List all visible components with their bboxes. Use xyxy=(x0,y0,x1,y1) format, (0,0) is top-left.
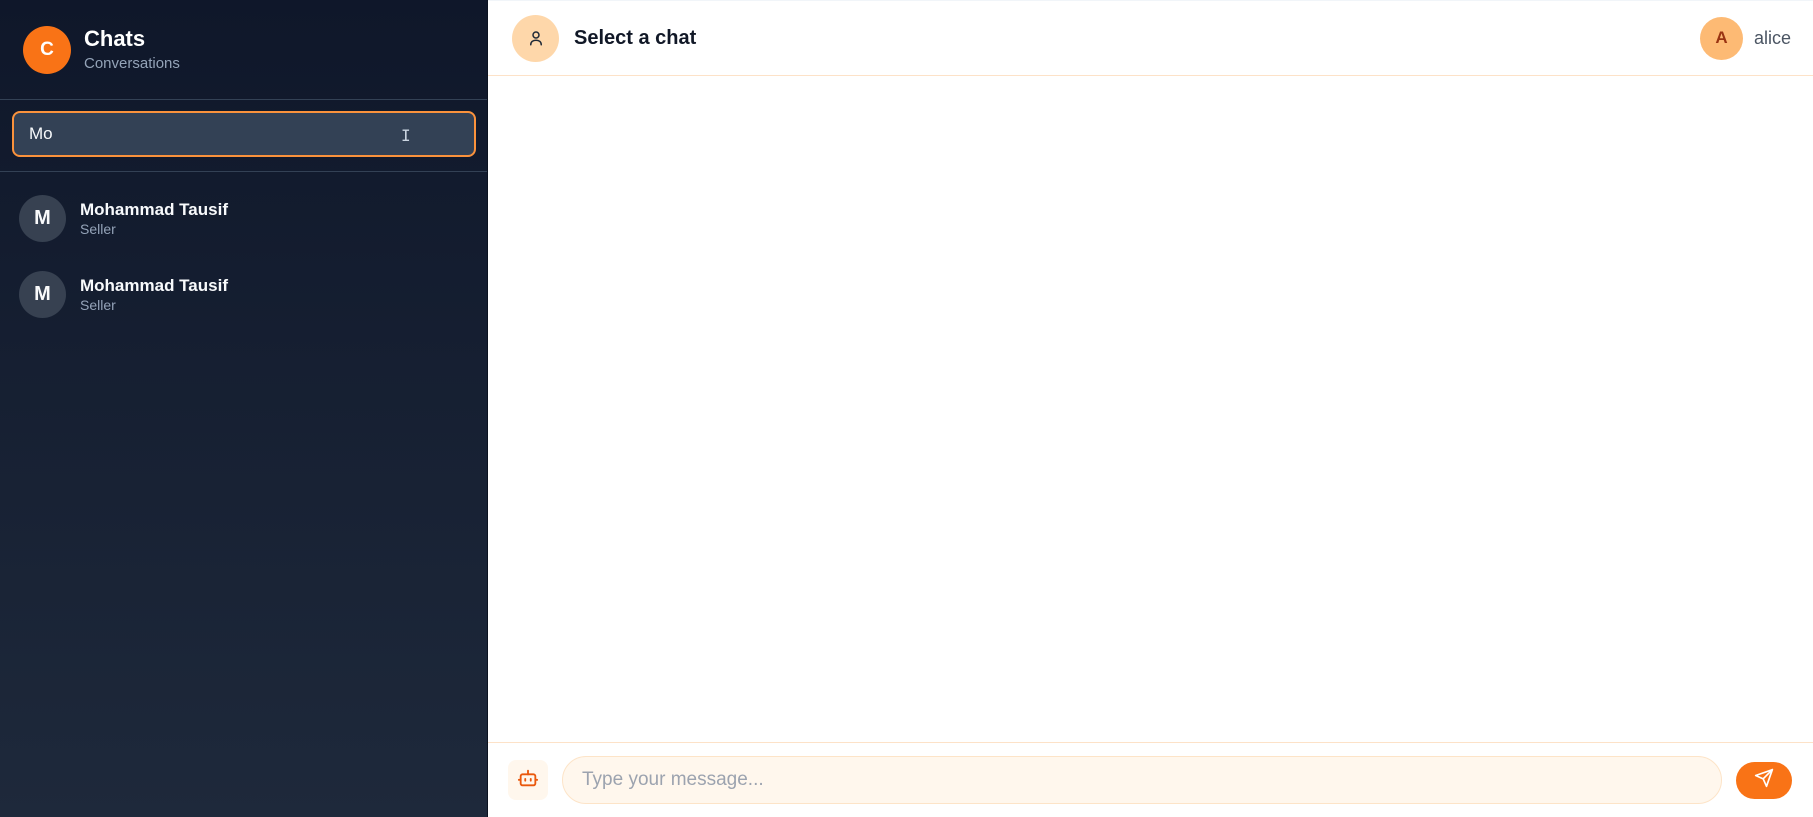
contact-name: Mohammad Tausif xyxy=(80,275,228,295)
contact-item[interactable]: M Mohammad Tausif Seller xyxy=(0,256,487,332)
contact-avatar: M xyxy=(19,194,66,242)
current-user-avatar[interactable]: A xyxy=(1699,16,1743,60)
contact-text: Mohammad Tausif Seller xyxy=(80,199,228,238)
sidebar-subtitle: Conversations xyxy=(84,54,180,72)
bot-button[interactable] xyxy=(508,760,548,800)
message-composer xyxy=(488,742,1813,817)
contact-text: Mohammad Tausif Seller xyxy=(80,275,228,314)
chat-header: Select a chat A alice xyxy=(488,0,1813,76)
send-button[interactable] xyxy=(1736,761,1792,799)
contact-role: Seller xyxy=(80,220,116,237)
chat-title: Select a chat xyxy=(574,26,697,49)
chat-panel: Select a chat A alice xyxy=(488,0,1813,817)
contact-name: Mohammad Tausif xyxy=(80,199,228,219)
message-input[interactable] xyxy=(562,756,1722,804)
current-user-name: alice xyxy=(1753,27,1791,48)
sidebar: C Chats Conversations I M Mohammad Tausi… xyxy=(0,0,488,817)
sidebar-header: C Chats Conversations xyxy=(0,0,487,100)
sidebar-title: Chats xyxy=(84,25,146,51)
text-cursor-icon: I xyxy=(401,126,411,145)
search-container xyxy=(0,100,487,172)
contact-avatar: M xyxy=(19,270,66,318)
user-icon xyxy=(512,14,559,62)
contact-list: M Mohammad Tausif Seller M Mohammad Taus… xyxy=(0,172,487,332)
contact-role: Seller xyxy=(80,296,116,313)
brand-text: Chats Conversations xyxy=(84,26,180,74)
contact-item[interactable]: M Mohammad Tausif Seller xyxy=(0,180,487,256)
send-icon xyxy=(1754,768,1774,793)
message-area xyxy=(488,76,1813,742)
brand-avatar: C xyxy=(23,25,71,74)
bot-icon xyxy=(517,767,539,794)
